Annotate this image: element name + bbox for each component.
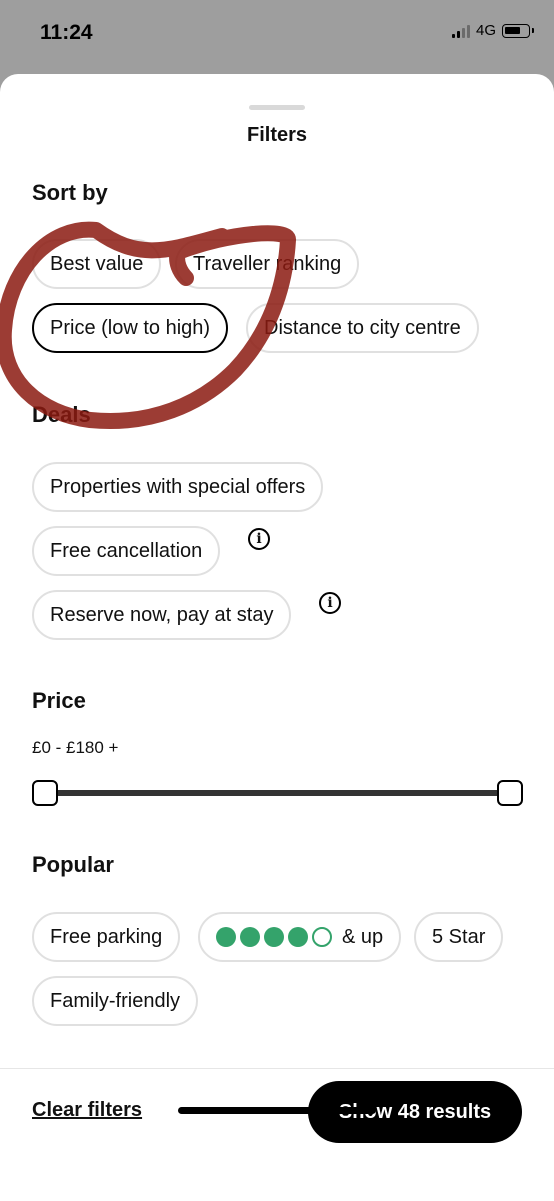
signal-icon [451,24,470,38]
price-heading: Price [32,688,86,713]
price-slider-track[interactable] [44,790,510,796]
filled-bubble-icon [288,927,308,947]
sheet-title: Filters [246,124,308,146]
popular-5-star[interactable]: 5 Star [414,912,504,962]
filters-sheet: Filters Sort by Best value Traveller ran… [0,74,554,1201]
popular-rating-4-and-up[interactable]: & up [198,912,402,962]
popular-family-friendly[interactable]: Family-friendly [32,976,199,1026]
filled-bubble-icon [216,927,236,947]
info-icon[interactable]: i [248,528,270,550]
status-bar: 11:24 4G [0,0,554,70]
sort-price-low-to-high[interactable]: Price (low to high) [32,303,229,353]
filters-footer: Clear filters Show 48 results [0,1068,554,1201]
price-slider-min-thumb[interactable] [32,780,58,806]
popular-free-parking[interactable]: Free parking [32,912,181,962]
sort-heading: Sort by [32,180,108,205]
filled-bubble-icon [240,927,260,947]
sort-best-value[interactable]: Best value [32,239,162,289]
sheet-grabber[interactable] [249,105,305,110]
sort-traveller-ranking[interactable]: Traveller ranking [175,239,360,289]
deal-reserve-now-pay-at-stay[interactable]: Reserve now, pay at stay [32,590,292,640]
price-slider-max-thumb[interactable] [497,780,523,806]
status-time: 11:24 [40,21,93,44]
rating-and-up-label: & up [342,925,384,948]
status-indicators: 4G [451,22,534,39]
rating-bubbles [216,927,332,947]
info-icon[interactable]: i [319,592,341,614]
home-indicator [178,1107,376,1114]
deal-special-offers[interactable]: Properties with special offers [32,462,324,512]
price-range-label: £0 - £180 + [32,738,119,757]
sort-distance-to-city-centre[interactable]: Distance to city centre [246,303,479,353]
network-type: 4G [475,22,496,39]
popular-heading: Popular [32,852,114,877]
deal-free-cancellation[interactable]: Free cancellation [32,526,221,576]
filled-bubble-icon [264,927,284,947]
battery-icon [502,23,534,38]
clear-filters-link[interactable]: Clear filters [32,1099,142,1122]
empty-bubble-icon [312,927,332,947]
deals-heading: Deals [32,402,91,427]
